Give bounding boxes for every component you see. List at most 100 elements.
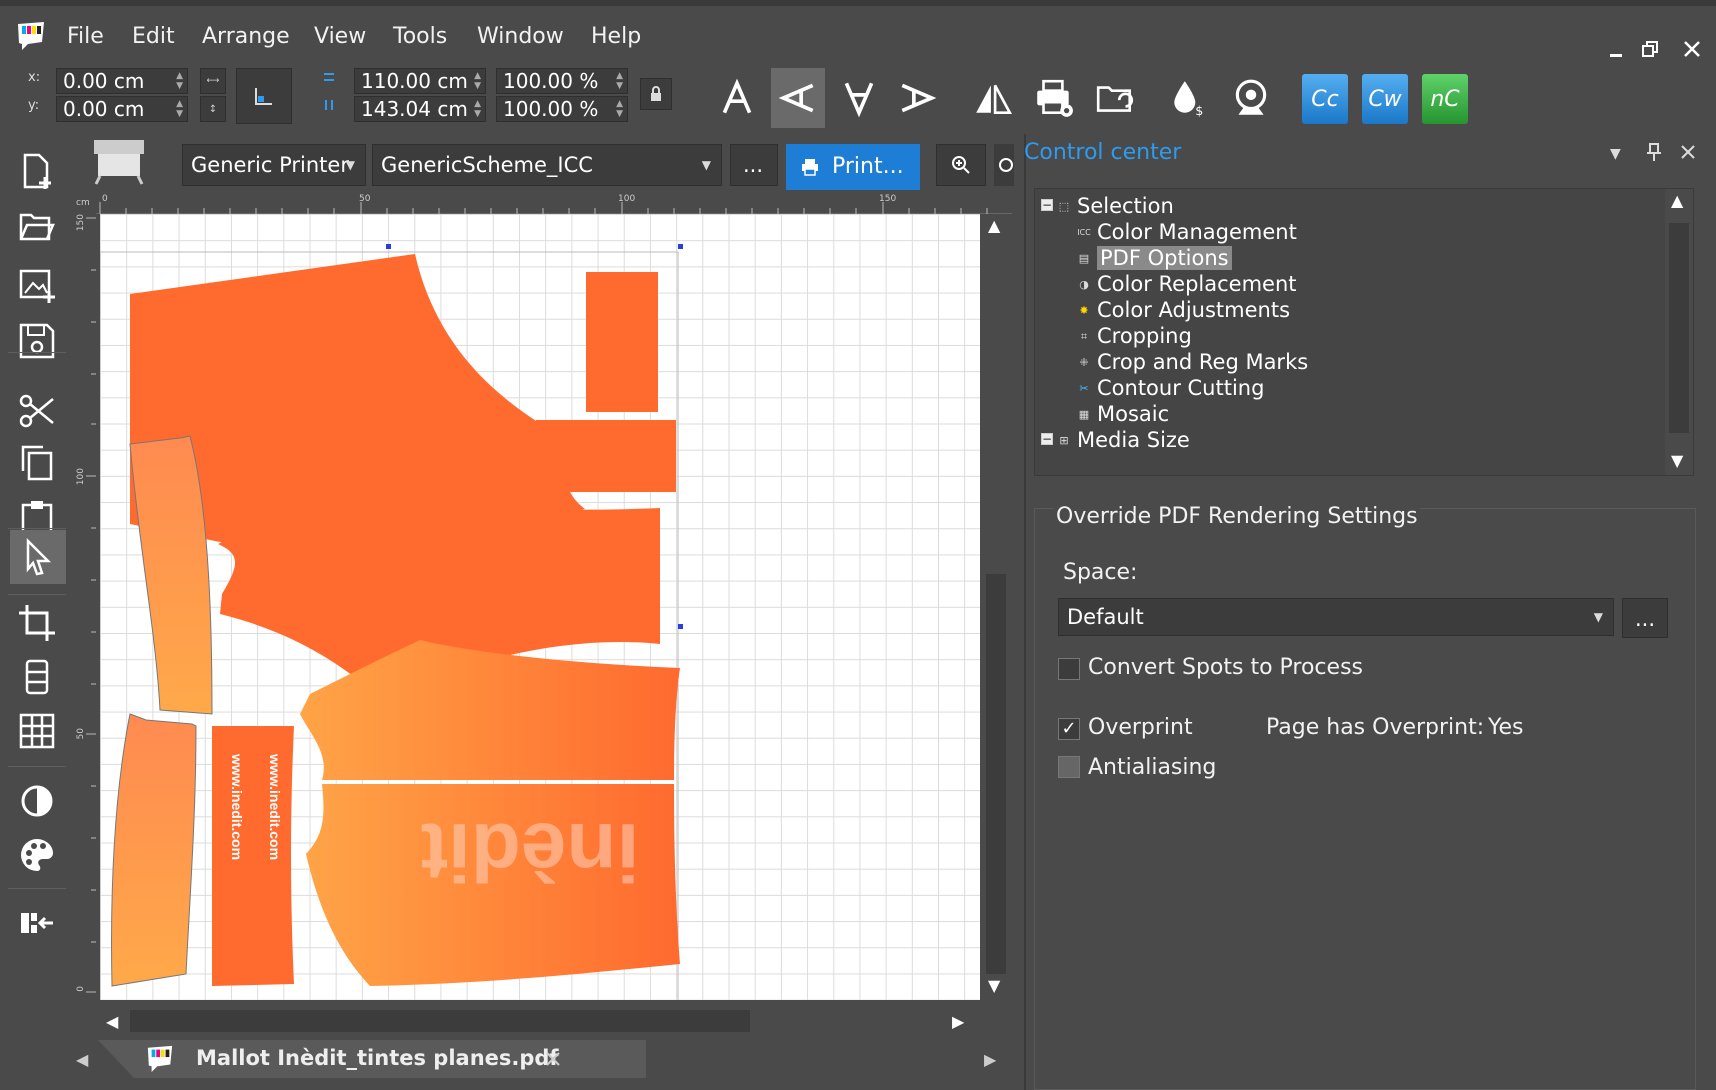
scroll-right-icon[interactable]: ▶ [952, 1012, 964, 1031]
height-field[interactable]: 143.04 cm ▲ ▼ [354, 96, 486, 122]
caldera-connect-button[interactable]: Cc [1302, 74, 1348, 124]
selection-handle[interactable] [678, 624, 683, 629]
scroll-up-icon[interactable]: ▲ [1671, 191, 1683, 210]
menu-arrange[interactable]: Arrange [202, 24, 290, 49]
menu-view[interactable]: View [314, 24, 366, 49]
scroll-down-icon[interactable]: ▼ [1671, 451, 1683, 470]
select-tool-button[interactable] [10, 530, 66, 584]
print-canvas[interactable]: inèdit www.inedit.com www.inedit.com [100, 214, 980, 1000]
scale-x-field[interactable]: 100.00 % ▲ ▼ [496, 68, 628, 94]
close-tab-icon[interactable] [544, 1050, 562, 1068]
overprint-checkbox[interactable]: ✓ [1058, 718, 1080, 740]
palette-button[interactable] [12, 830, 62, 880]
mirror-button[interactable] [966, 68, 1020, 128]
ink-cost-button[interactable]: $ [1162, 68, 1216, 128]
tree-item-pdf-options[interactable]: ▤ PDF Options [1077, 245, 1232, 271]
collapse-selection-icon[interactable]: − [1041, 199, 1053, 211]
menu-edit[interactable]: Edit [132, 24, 175, 49]
spin-arrows-icon[interactable]: ▲ ▼ [474, 71, 481, 91]
caldera-workflow-button[interactable]: Cw [1362, 74, 1408, 124]
origin-button[interactable] [236, 68, 292, 124]
selection-handle[interactable] [678, 244, 683, 249]
scroll-thumb[interactable] [130, 1010, 750, 1032]
tree-item-crop-reg-marks[interactable]: ⁜ Crop and Reg Marks [1077, 349, 1308, 375]
align-height-button[interactable]: ↕ [200, 96, 226, 122]
webcam-button[interactable] [1224, 68, 1278, 128]
scheme-more-button[interactable]: ... [730, 144, 778, 186]
align-width-button[interactable]: ⟷ [200, 68, 226, 94]
menu-window[interactable]: Window [477, 24, 564, 49]
new-document-button[interactable] [12, 146, 62, 196]
width-field[interactable]: 110.00 cm ▲ ▼ [354, 68, 486, 94]
hot-folder-button[interactable] [1088, 68, 1142, 128]
menu-file[interactable]: File [67, 24, 104, 49]
printer-settings-button[interactable] [1027, 68, 1081, 128]
tree-item-selection[interactable]: ⬚ Selection [1057, 193, 1174, 219]
orientation-right-button[interactable] [890, 68, 944, 128]
nesting-connect-button[interactable]: nC [1422, 74, 1468, 124]
pin-icon[interactable] [1646, 142, 1662, 162]
selection-handle[interactable] [386, 244, 391, 249]
menu-tools[interactable]: Tools [393, 24, 447, 49]
zoom-in-button[interactable] [936, 144, 986, 186]
tree-item-color-management[interactable]: ICC Color Management [1077, 219, 1297, 245]
pattern-piece-cuff[interactable] [586, 272, 658, 412]
scale-y-field[interactable]: 100.00 % ▲ ▼ [496, 96, 628, 122]
space-select[interactable]: Default ▼ [1058, 598, 1614, 636]
tabs-scroll-right-icon[interactable]: ▶ [984, 1050, 996, 1069]
antialiasing-checkbox[interactable] [1058, 756, 1080, 778]
tabs-scroll-left-icon[interactable]: ◀ [76, 1050, 88, 1069]
tiling-button[interactable] [12, 652, 62, 702]
spin-arrows-icon[interactable]: ▲ ▼ [616, 99, 623, 119]
tree-item-mosaic[interactable]: ▦ Mosaic [1077, 401, 1169, 427]
zoom-out-button[interactable] [994, 144, 1014, 186]
panel-menu-icon[interactable]: ▼ [1610, 146, 1621, 162]
jersey-pattern-pieces[interactable]: inèdit www.inedit.com www.inedit.com [100, 214, 980, 1000]
convert-spots-checkbox[interactable] [1058, 658, 1080, 680]
pattern-piece-side-panel-2[interactable] [111, 713, 197, 987]
new-file-icon [23, 153, 51, 189]
lock-ratio-button[interactable] [640, 78, 672, 110]
tree-item-contour-cutting[interactable]: ✂ Contour Cutting [1077, 375, 1264, 401]
tree-scrollbar[interactable]: ▲ ▼ [1665, 189, 1693, 475]
vertical-scrollbar[interactable]: ▲ ▼ [980, 214, 1012, 1000]
space-more-button[interactable]: ... [1622, 598, 1668, 638]
tree-item-color-replacement[interactable]: ◑ Color Replacement [1077, 271, 1296, 297]
print-button[interactable]: Print... [786, 144, 920, 190]
spin-arrows-icon[interactable]: ▲ ▼ [616, 71, 623, 91]
scroll-up-icon[interactable]: ▲ [988, 216, 1000, 235]
pattern-piece-collar[interactable] [536, 420, 676, 492]
tree-item-media-size[interactable]: ⊞ Media Size [1057, 427, 1189, 453]
import-image-button[interactable] [12, 260, 62, 310]
spin-arrows-icon[interactable]: ▲ ▼ [474, 99, 481, 119]
spin-arrows-icon[interactable]: ▲ ▼ [176, 71, 183, 91]
orientation-up-button[interactable] [710, 68, 764, 128]
scheme-select[interactable]: GenericScheme_ICC ▼ [372, 144, 722, 186]
collapse-media-size-icon[interactable]: − [1041, 433, 1053, 445]
scissors-icon [19, 394, 54, 428]
close-panel-icon[interactable] [1680, 144, 1696, 160]
color-button[interactable] [12, 776, 62, 826]
scroll-down-icon[interactable]: ▼ [988, 976, 1000, 995]
collapse-panel-button[interactable] [12, 898, 62, 948]
x-position-field[interactable]: 0.00 cm ▲ ▼ [56, 68, 188, 94]
scroll-thumb[interactable] [986, 574, 1006, 974]
spin-arrows-icon[interactable]: ▲ ▼ [176, 99, 183, 119]
horizontal-scrollbar[interactable]: ◀ ▶ [100, 1004, 980, 1040]
orientation-left-button[interactable] [771, 68, 825, 128]
menu-help[interactable]: Help [591, 24, 641, 49]
cut-button[interactable] [12, 386, 62, 436]
mosaic-button[interactable] [12, 706, 62, 756]
tree-item-color-adjustments[interactable]: ✸ Color Adjustments [1077, 297, 1290, 323]
copy-button[interactable] [12, 438, 62, 488]
scroll-left-icon[interactable]: ◀ [106, 1012, 118, 1031]
orientation-down-button[interactable] [832, 68, 886, 128]
y-position-field[interactable]: 0.00 cm ▲ ▼ [56, 96, 188, 122]
tree-item-cropping[interactable]: ⌗ Cropping [1077, 323, 1192, 349]
reg-marks-icon: ⁜ [1079, 356, 1089, 369]
crop-tool-button[interactable] [12, 598, 62, 648]
printer-select[interactable]: Generic Printer ▼ [182, 144, 366, 186]
save-button[interactable] [12, 316, 62, 366]
scroll-thumb[interactable] [1669, 223, 1689, 433]
open-button[interactable] [12, 202, 62, 252]
